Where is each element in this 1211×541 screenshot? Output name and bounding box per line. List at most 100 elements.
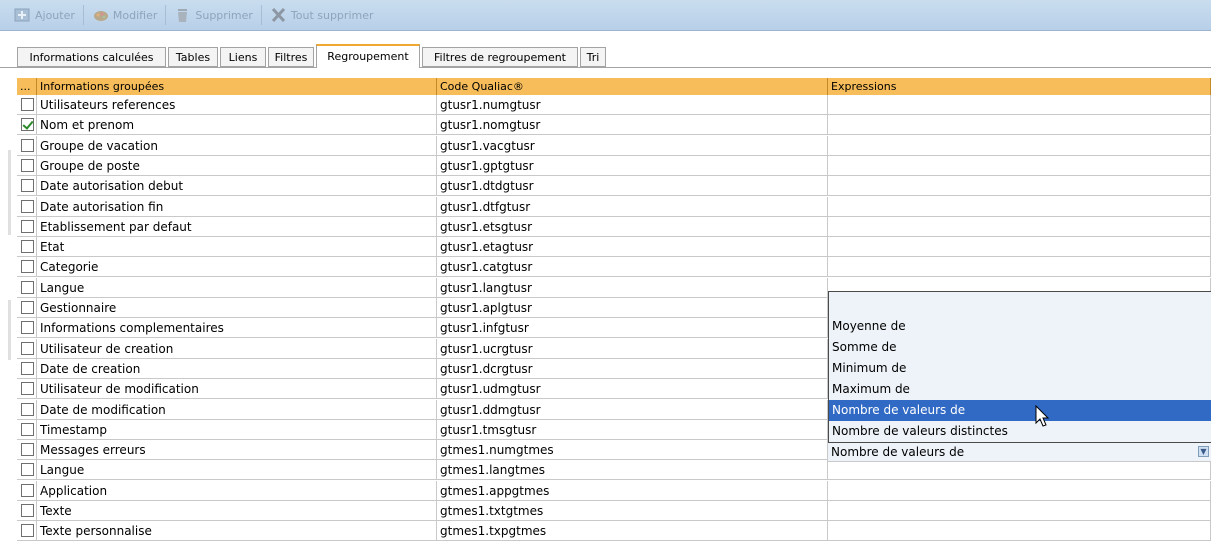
table-row[interactable]: Etat gtusr1.etagtusr (17, 237, 1211, 258)
chevron-down-icon[interactable]: ▼ (1198, 446, 1209, 457)
cell-expression[interactable] (828, 115, 1211, 136)
cell-code[interactable]: gtusr1.catgtusr (437, 257, 828, 278)
cell-info[interactable]: Date autorisation debut (37, 176, 437, 197)
row-checkbox[interactable] (21, 158, 34, 172)
row-checkbox[interactable] (21, 240, 34, 254)
cell-code[interactable]: gtusr1.ddmgtusr (437, 399, 828, 420)
cell-expression[interactable] (828, 501, 1211, 521)
cell-code[interactable]: gtmes1.txtgtmes (437, 501, 828, 521)
cell-info[interactable]: Utilisateur de modification (37, 379, 437, 400)
cell-code[interactable]: gtmes1.langtmes (437, 460, 828, 481)
delete-all-button[interactable]: Tout supprimer (264, 4, 380, 26)
cell-info[interactable]: Langue (37, 277, 437, 298)
column-header-expressions[interactable]: Expressions (828, 78, 1211, 95)
cell-info[interactable]: Utilisateurs references (37, 95, 437, 115)
table-row[interactable]: Categorie gtusr1.catgtusr (17, 257, 1211, 278)
row-checkbox[interactable] (21, 321, 34, 335)
tab-tables[interactable]: Tables (168, 47, 218, 67)
row-checkbox[interactable] (21, 280, 34, 294)
table-row[interactable]: Nom et prenom gtusr1.nomgtusr (17, 115, 1211, 136)
row-checkbox[interactable] (21, 483, 34, 497)
cell-expression[interactable] (828, 257, 1211, 278)
cell-info[interactable]: Date de creation (37, 358, 437, 379)
cell-info[interactable]: Etablissement par defaut (37, 216, 437, 237)
cell-code[interactable]: gtusr1.udmgtusr (437, 379, 828, 400)
cell-info[interactable]: Informations complementaires (37, 318, 437, 339)
cell-code[interactable]: gtusr1.nomgtusr (437, 115, 828, 136)
table-row[interactable]: Etablissement par defaut gtusr1.etsgtusr (17, 216, 1211, 237)
table-row[interactable]: Utilisateurs references gtusr1.numgtusr (17, 95, 1211, 115)
expression-combo[interactable]: Nombre de valeurs de ▼ (828, 443, 1211, 462)
cell-code[interactable]: gtmes1.txpgtmes (437, 521, 828, 541)
column-header-select[interactable]: ... (17, 78, 37, 95)
table-row[interactable]: Date autorisation debut gtusr1.dtdgtusr (17, 176, 1211, 197)
cell-code[interactable]: gtusr1.dcrgtusr (437, 358, 828, 379)
column-header-code[interactable]: Code Qualiac® (437, 78, 828, 95)
row-checkbox[interactable] (21, 341, 34, 355)
table-row[interactable]: Groupe de vacation gtusr1.vacgtusr (17, 135, 1211, 156)
cell-info[interactable]: Utilisateur de creation (37, 338, 437, 359)
row-checkbox[interactable] (21, 524, 34, 538)
dropdown-option[interactable]: Moyenne de (829, 316, 1211, 337)
cell-info[interactable]: Nom et prenom (37, 115, 437, 136)
cell-code[interactable]: gtusr1.langtusr (437, 277, 828, 298)
cell-code[interactable]: gtusr1.gptgtusr (437, 155, 828, 176)
cell-code[interactable]: gtusr1.dtfgtusr (437, 196, 828, 217)
row-checkbox[interactable] (21, 260, 34, 274)
cell-expression[interactable] (828, 95, 1211, 115)
row-checkbox[interactable] (21, 199, 34, 213)
cell-info[interactable]: Date autorisation fin (37, 196, 437, 217)
table-row[interactable]: Langue gtmes1.langtmes (17, 460, 1211, 481)
cell-code[interactable]: gtusr1.tmsgtusr (437, 419, 828, 440)
row-checkbox[interactable] (21, 463, 34, 477)
cell-info[interactable]: Timestamp (37, 419, 437, 440)
row-checkbox[interactable] (21, 422, 34, 436)
cell-code[interactable]: gtusr1.etagtusr (437, 237, 828, 258)
cell-info[interactable]: Messages erreurs (37, 440, 437, 461)
cell-expression[interactable] (828, 521, 1211, 541)
cell-code[interactable]: gtusr1.numgtusr (437, 95, 828, 115)
dropdown-option[interactable]: Maximum de (829, 379, 1211, 400)
cell-info[interactable]: Gestionnaire (37, 298, 437, 318)
row-checkbox[interactable] (21, 138, 34, 152)
table-row[interactable]: Date autorisation fin gtusr1.dtfgtusr (17, 196, 1211, 217)
row-checkbox[interactable] (21, 98, 34, 111)
table-row[interactable]: Groupe de poste gtusr1.gptgtusr (17, 155, 1211, 176)
cell-expression[interactable] (828, 216, 1211, 237)
cell-code[interactable]: gtmes1.numgtmes (437, 440, 828, 461)
cell-code[interactable]: gtusr1.infgtusr (437, 318, 828, 339)
cell-expression[interactable] (828, 237, 1211, 258)
tab-informations-calculees[interactable]: Informations calculées (17, 47, 166, 67)
cell-info[interactable]: Application (37, 480, 437, 501)
cell-info[interactable]: Langue (37, 460, 437, 481)
cell-expression[interactable] (828, 480, 1211, 501)
cell-code[interactable]: gtusr1.ucrgtusr (437, 338, 828, 359)
cell-expression[interactable] (828, 155, 1211, 176)
cell-expression[interactable] (828, 460, 1211, 481)
dropdown-option[interactable]: Minimum de (829, 358, 1211, 379)
cell-expression[interactable] (828, 176, 1211, 197)
cell-code[interactable]: gtusr1.dtdgtusr (437, 176, 828, 197)
dropdown-option-highlighted[interactable]: Nombre de valeurs de (829, 400, 1211, 421)
row-checkbox[interactable] (21, 382, 34, 396)
table-row[interactable]: Texte gtmes1.txtgtmes (17, 501, 1211, 521)
cell-info[interactable]: Date de modification (37, 399, 437, 420)
row-checkbox[interactable] (21, 301, 34, 314)
tab-filtres-de-regroupement[interactable]: Filtres de regroupement (422, 47, 578, 67)
cell-expression[interactable] (828, 196, 1211, 217)
row-checkbox[interactable] (21, 443, 34, 457)
delete-button[interactable]: Supprimer (168, 4, 259, 26)
column-header-info[interactable]: Informations groupées (37, 78, 437, 95)
dropdown-option[interactable]: Somme de (829, 337, 1211, 358)
cell-code[interactable]: gtmes1.appgtmes (437, 480, 828, 501)
tab-filtres[interactable]: Filtres (268, 47, 314, 67)
cell-info[interactable]: Groupe de vacation (37, 135, 437, 156)
row-checkbox[interactable] (21, 118, 34, 132)
add-button[interactable]: Ajouter (8, 4, 81, 26)
cell-info[interactable]: Texte (37, 501, 437, 521)
row-checkbox[interactable] (21, 504, 34, 517)
cell-info[interactable]: Categorie (37, 257, 437, 278)
cell-info[interactable]: Texte personnalise (37, 521, 437, 541)
cell-expression[interactable] (828, 135, 1211, 156)
cell-code[interactable]: gtusr1.aplgtusr (437, 298, 828, 318)
